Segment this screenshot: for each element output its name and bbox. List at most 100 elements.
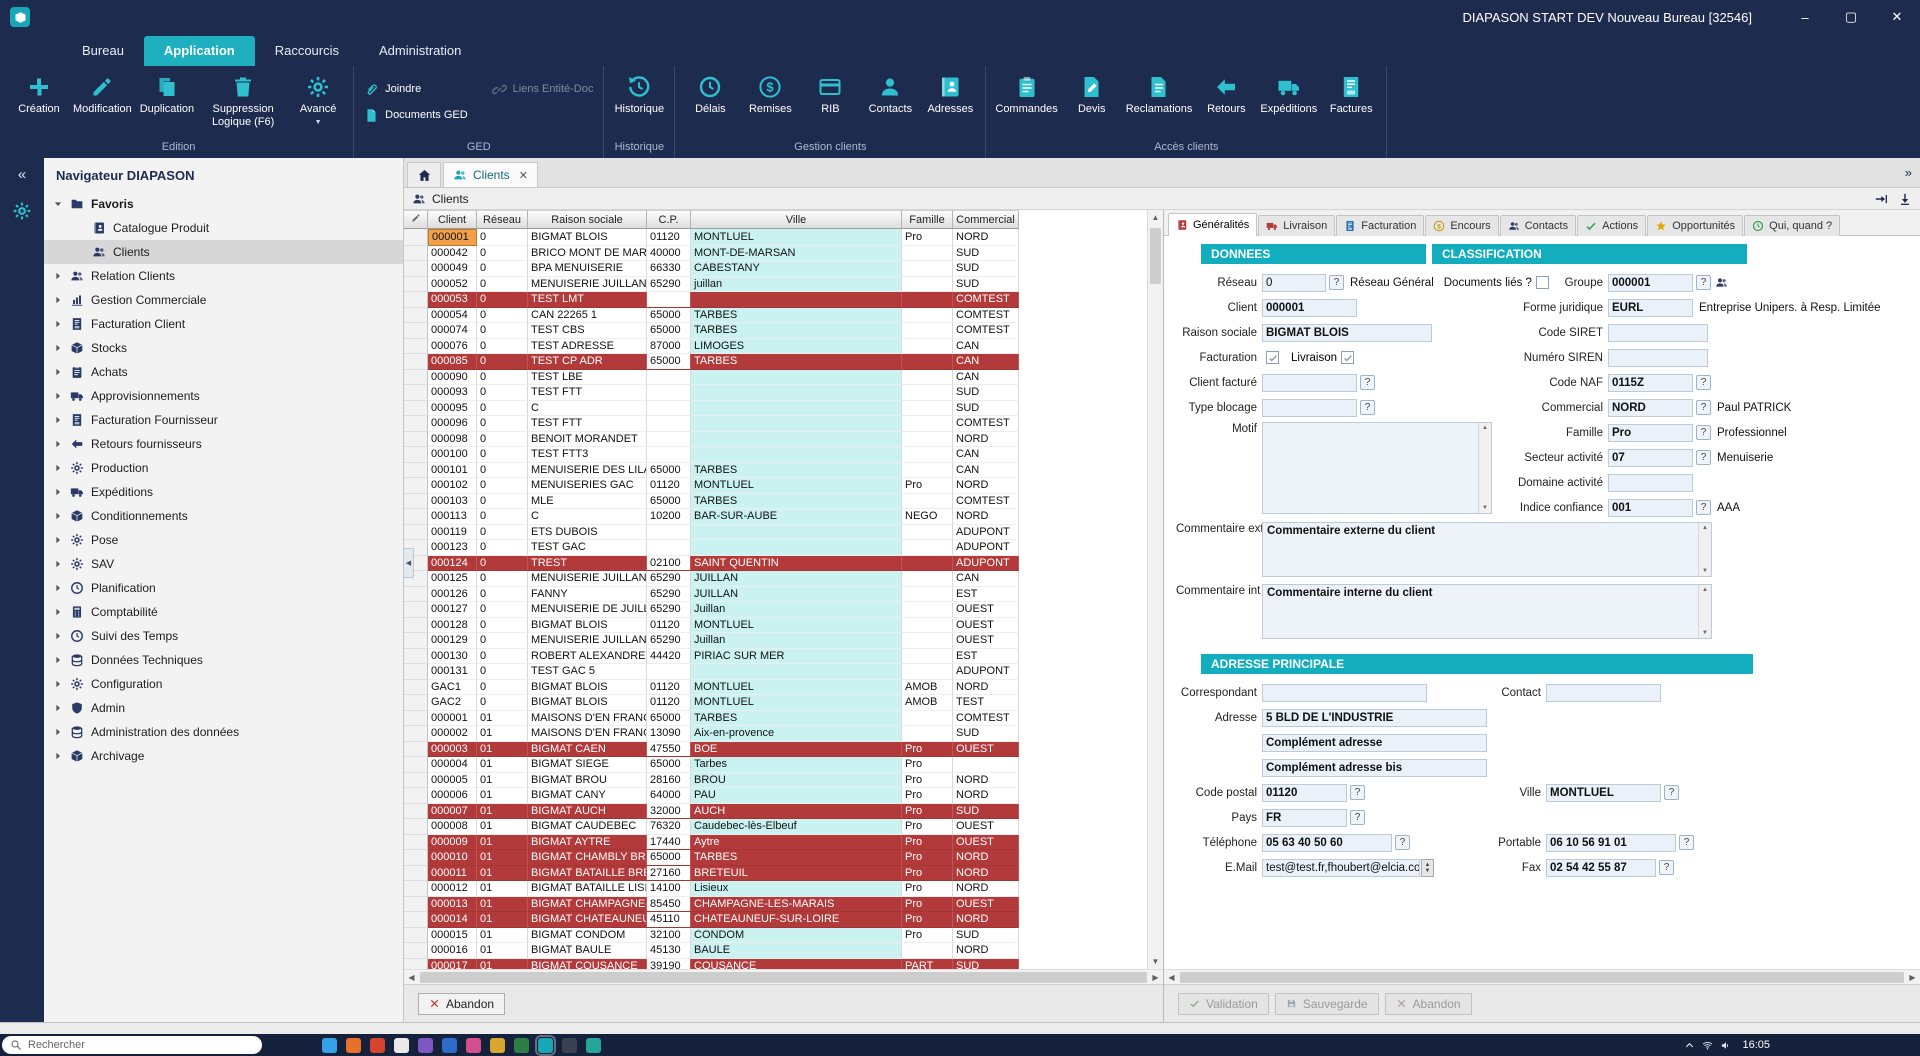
cell-client[interactable]: 000052 bbox=[428, 277, 477, 293]
field-forme-juridique[interactable]: EURL bbox=[1608, 299, 1693, 317]
sidebar-item-approvisionnements[interactable]: Approvisionnements bbox=[44, 384, 403, 408]
cell-client[interactable]: 000012 bbox=[428, 881, 477, 897]
close-button[interactable]: ✕ bbox=[1874, 0, 1920, 34]
chevron-right-icon[interactable] bbox=[52, 607, 63, 617]
row-selector[interactable] bbox=[404, 354, 428, 370]
cell-reseau[interactable]: 0 bbox=[477, 229, 528, 246]
field-code-postal[interactable]: 01120 bbox=[1262, 784, 1347, 802]
chevron-right-icon[interactable] bbox=[52, 535, 63, 545]
cell-client[interactable]: 000102 bbox=[428, 478, 477, 494]
cell-famille[interactable] bbox=[902, 416, 953, 432]
sidebar-item-facturation-client[interactable]: Facturation Client bbox=[44, 312, 403, 336]
cell-reseau[interactable]: 0 bbox=[477, 277, 528, 293]
cell-ville[interactable]: SAINT QUENTIN bbox=[691, 556, 902, 572]
taskbar-app-dark[interactable] bbox=[562, 1038, 577, 1053]
clock[interactable]: 16:05 bbox=[1742, 1039, 1770, 1051]
row-selector[interactable] bbox=[404, 897, 428, 913]
sidebar-item-catalogue-produit[interactable]: Catalogue Produit bbox=[44, 216, 403, 240]
cell-reseau[interactable]: 0 bbox=[477, 556, 528, 572]
cell-famille[interactable] bbox=[902, 339, 953, 355]
row-selector[interactable] bbox=[404, 370, 428, 386]
field-complement-adresse[interactable]: Complément adresse bbox=[1262, 734, 1487, 752]
cell-ville[interactable]: TARBES bbox=[691, 494, 902, 510]
ribbon-button-retours[interactable]: Retours bbox=[1197, 71, 1255, 119]
cell-famille[interactable] bbox=[902, 525, 953, 541]
cell-client[interactable]: 000010 bbox=[428, 850, 477, 866]
field-contact[interactable] bbox=[1546, 684, 1661, 702]
row-selector[interactable] bbox=[404, 757, 428, 773]
ribbon-button-avance[interactable]: Avancé▼ bbox=[289, 71, 347, 130]
table-row[interactable]: GAC10BIGMAT BLOIS01120MONTLUELAMOBNORD bbox=[404, 680, 1019, 696]
cell-famille[interactable] bbox=[902, 618, 953, 634]
minimize-button[interactable]: – bbox=[1782, 0, 1828, 34]
row-selector[interactable] bbox=[404, 509, 428, 525]
ribbon-button-devis[interactable]: Devis bbox=[1063, 71, 1121, 119]
taskbar-app-teal[interactable] bbox=[586, 1038, 601, 1053]
sidebar-item-retours-fournisseurs[interactable]: Retours fournisseurs bbox=[44, 432, 403, 456]
row-selector[interactable] bbox=[404, 602, 428, 618]
table-row[interactable]: 0001270MENUISERIE DE JUILLAN65290Juillan… bbox=[404, 602, 1019, 618]
ribbon-button-creation[interactable]: Création bbox=[10, 71, 68, 119]
cell-ville[interactable]: JUILLAN bbox=[691, 587, 902, 603]
cell-reseau[interactable]: 01 bbox=[477, 943, 528, 959]
chevron-right-icon[interactable] bbox=[52, 439, 63, 449]
cell-c-p[interactable]: 65000 bbox=[647, 323, 691, 339]
field-raison-sociale[interactable]: BIGMAT BLOIS bbox=[1262, 324, 1432, 342]
row-selector[interactable] bbox=[404, 928, 428, 944]
cell-c-p[interactable]: 40000 bbox=[647, 246, 691, 262]
cell-famille[interactable]: Pro bbox=[902, 928, 953, 944]
row-selector[interactable] bbox=[404, 385, 428, 401]
cell-client[interactable]: 000013 bbox=[428, 897, 477, 913]
cell-famille[interactable] bbox=[902, 401, 953, 417]
cell-client[interactable]: 000053 bbox=[428, 292, 477, 308]
cell-reseau[interactable]: 0 bbox=[477, 432, 528, 448]
cell-c-p[interactable] bbox=[647, 447, 691, 463]
cell-reseau[interactable]: 0 bbox=[477, 401, 528, 417]
collapse-panel-handle[interactable]: ◀ bbox=[404, 548, 414, 578]
cell-client[interactable]: 000017 bbox=[428, 959, 477, 970]
cell-raison-sociale[interactable]: MENUISERIES GAC bbox=[528, 478, 647, 494]
horizontal-scrollbar[interactable]: ◀ ▶ bbox=[404, 969, 1163, 984]
cell-client[interactable]: 000103 bbox=[428, 494, 477, 510]
cell-c-p[interactable] bbox=[647, 370, 691, 386]
cell-c-p[interactable]: 32000 bbox=[647, 804, 691, 820]
cell-famille[interactable]: NEGO bbox=[902, 509, 953, 525]
cell-commercial[interactable]: CAN bbox=[953, 354, 1019, 370]
tab-livraison[interactable]: Livraison bbox=[1258, 215, 1335, 236]
cell-client[interactable]: 000015 bbox=[428, 928, 477, 944]
cell-ville[interactable]: AUCH bbox=[691, 804, 902, 820]
table-row[interactable]: 0001230TEST GACADUPONT bbox=[404, 540, 1019, 556]
cell-c-p[interactable]: 85450 bbox=[647, 897, 691, 913]
cell-commercial[interactable]: SUD bbox=[953, 246, 1019, 262]
users-icon[interactable] bbox=[1715, 276, 1728, 289]
help-button[interactable]: ? bbox=[1679, 835, 1694, 850]
cell-ville[interactable]: Juillan bbox=[691, 602, 902, 618]
cell-ville[interactable]: CHAMPAGNE-LES-MARAIS bbox=[691, 897, 902, 913]
cell-c-p[interactable]: 39190 bbox=[647, 959, 691, 970]
cell-famille[interactable]: Pro bbox=[902, 897, 953, 913]
scroll-right-arrow[interactable]: ▶ bbox=[1148, 973, 1163, 982]
column-header-client[interactable]: Client bbox=[428, 210, 477, 229]
cell-reseau[interactable]: 0 bbox=[477, 695, 528, 711]
volume-icon[interactable] bbox=[1720, 1040, 1731, 1051]
cell-client[interactable]: 000042 bbox=[428, 246, 477, 262]
cell-raison-sociale[interactable]: BIGMAT AUCH bbox=[528, 804, 647, 820]
cell-famille[interactable] bbox=[902, 494, 953, 510]
cell-reseau[interactable]: 0 bbox=[477, 494, 528, 510]
cell-commercial[interactable]: NORD bbox=[953, 788, 1019, 804]
help-button[interactable]: ? bbox=[1360, 400, 1375, 415]
field-e-mail[interactable]: test@test.fr,fhoubert@elcia.co bbox=[1262, 859, 1420, 877]
table-row[interactable]: 0000930TEST FTTSUD bbox=[404, 385, 1019, 401]
field-commercial[interactable]: NORD bbox=[1608, 399, 1693, 417]
cell-famille[interactable]: Pro bbox=[902, 757, 953, 773]
cell-reseau[interactable]: 01 bbox=[477, 912, 528, 928]
cell-ville[interactable]: PIRIAC SUR MER bbox=[691, 649, 902, 665]
ribbon-button-rib[interactable]: RIB bbox=[801, 71, 859, 119]
cell-ville[interactable]: BOE bbox=[691, 742, 902, 758]
cell-famille[interactable] bbox=[902, 354, 953, 370]
validation-button[interactable]: Validation bbox=[1178, 993, 1269, 1015]
help-button[interactable]: ? bbox=[1659, 860, 1674, 875]
cell-famille[interactable]: Pro bbox=[902, 229, 953, 246]
cell-commercial[interactable]: SUD bbox=[953, 385, 1019, 401]
tab-encours[interactable]: $Encours bbox=[1425, 215, 1498, 236]
